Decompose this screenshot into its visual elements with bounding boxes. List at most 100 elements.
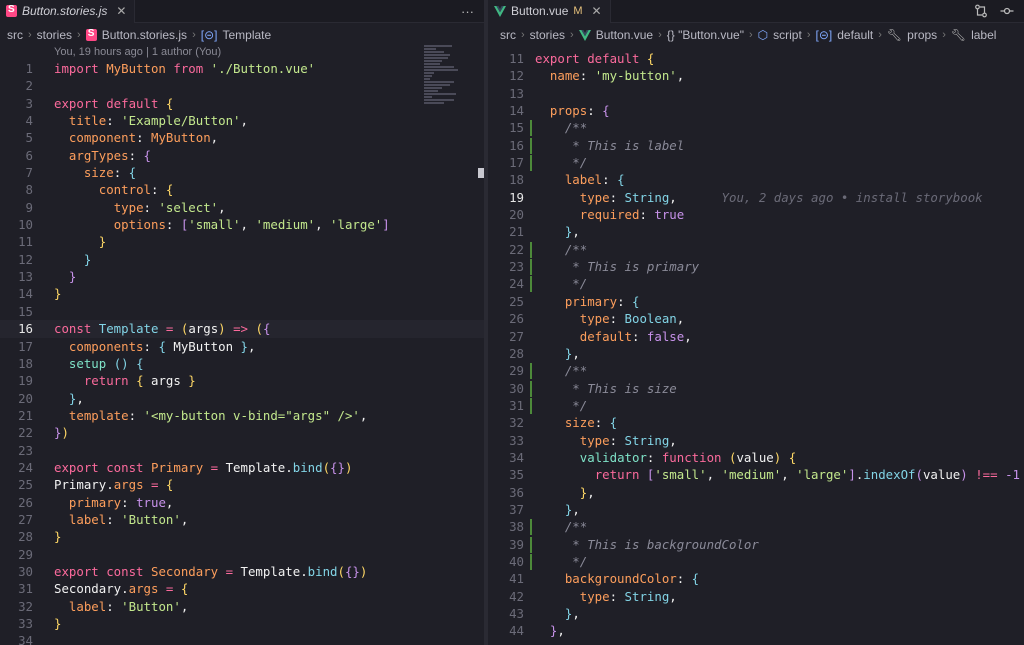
code-line[interactable]: 4 title: 'Example/Button',: [0, 112, 484, 129]
code-line[interactable]: 17 components: { MyButton },: [0, 338, 484, 355]
code-line[interactable]: 24 */: [488, 275, 1024, 293]
breadcrumb-stories[interactable]: stories: [37, 28, 72, 42]
code-line[interactable]: 16 * This is label: [488, 137, 1024, 154]
code-line[interactable]: 23: [0, 442, 484, 459]
tab-button-stories[interactable]: Button.stories.js ✕: [0, 0, 136, 23]
code-line[interactable]: 14 props: {: [488, 102, 1024, 119]
code-line[interactable]: 25 primary: {: [488, 293, 1024, 310]
code-line[interactable]: 27 default: false,: [488, 328, 1024, 345]
code-line[interactable]: 42 type: String,: [488, 588, 1024, 605]
code-line[interactable]: 5 component: MyButton,: [0, 129, 484, 146]
code-line[interactable]: 12 name: 'my-button',: [488, 67, 1024, 84]
code-line[interactable]: 36 },: [488, 484, 1024, 501]
code-line[interactable]: 24 export const Primary = Template.bind({…: [0, 459, 484, 476]
code-line[interactable]: 23 * This is primary: [488, 258, 1024, 276]
close-icon[interactable]: ✕: [592, 4, 602, 18]
code-line[interactable]: 38 /**: [488, 518, 1024, 536]
code-line[interactable]: 39 * This is backgroundColor: [488, 536, 1024, 553]
code-line[interactable]: 1 import MyButton from './Button.vue': [0, 60, 484, 77]
code-line[interactable]: 30 * This is size: [488, 380, 1024, 397]
breadcrumb-file[interactable]: Button.stories.js: [102, 28, 187, 42]
git-change-marker[interactable]: [530, 241, 532, 258]
code-line[interactable]: 11 }: [0, 233, 484, 250]
breadcrumb-symbol[interactable]: Template: [222, 28, 271, 42]
git-change-marker[interactable]: [530, 380, 532, 397]
code-line[interactable]: 7 size: {: [0, 164, 484, 181]
breadcrumb-src[interactable]: src: [500, 28, 516, 42]
code-line[interactable]: 16 const Template = (args) => ({: [0, 320, 484, 338]
code-line[interactable]: 21 },: [488, 223, 1024, 240]
code-line[interactable]: 31 */: [488, 397, 1024, 414]
code-line[interactable]: 14}: [0, 285, 484, 302]
code-line[interactable]: 34 validator: function (value) {: [488, 449, 1024, 466]
code-line[interactable]: 18 setup () {: [0, 355, 484, 372]
code-line[interactable]: 33}: [0, 615, 484, 632]
codelens-blame[interactable]: You, 19 hours ago | 1 author (You): [54, 46, 221, 58]
breadcrumb-stories[interactable]: stories: [530, 28, 565, 42]
breadcrumb-label[interactable]: label: [971, 28, 996, 42]
code-line[interactable]: 26 type: Boolean,: [488, 310, 1024, 327]
git-change-marker[interactable]: [530, 363, 532, 380]
code-line[interactable]: 34: [0, 632, 484, 645]
code-line[interactable]: 19 type: String, You, 2 days ago • insta…: [488, 189, 1024, 206]
breadcrumb-src[interactable]: src: [7, 28, 23, 42]
code-line[interactable]: 21 template: '<my-button v-bind="args" /…: [0, 407, 484, 424]
code-line[interactable]: 37 },: [488, 501, 1024, 518]
code-line[interactable]: 20 },: [0, 390, 484, 407]
code-line[interactable]: 15: [0, 303, 484, 320]
git-change-marker[interactable]: [530, 553, 532, 570]
code-editor-left[interactable]: 1 import MyButton from './Button.vue' 2 3 ex…: [0, 60, 484, 645]
code-line[interactable]: 15 /**: [488, 119, 1024, 137]
code-line[interactable]: 35 return ['small', 'medium', 'large'].i…: [488, 466, 1024, 483]
code-line[interactable]: 13: [488, 85, 1024, 102]
code-line[interactable]: 20 required: true: [488, 206, 1024, 223]
code-line[interactable]: 22 /**: [488, 241, 1024, 258]
code-line[interactable]: 27 label: 'Button',: [0, 511, 484, 528]
git-change-marker[interactable]: [530, 259, 532, 276]
code-line[interactable]: 28}: [0, 528, 484, 545]
compare-changes-icon[interactable]: [974, 4, 988, 18]
code-line[interactable]: 11 export default {: [488, 50, 1024, 67]
code-line[interactable]: 26 primary: true,: [0, 494, 484, 511]
code-line[interactable]: 28 },: [488, 345, 1024, 362]
breadcrumb-props[interactable]: props: [907, 28, 937, 42]
breadcrumb-file[interactable]: Button.vue: [596, 28, 653, 42]
code-line[interactable]: 25 Primary.args = {: [0, 476, 484, 493]
git-change-marker[interactable]: [530, 397, 532, 414]
breadcrumb-script[interactable]: script: [773, 28, 802, 42]
code-line[interactable]: 8 control: {: [0, 181, 484, 198]
code-line[interactable]: 29 /**: [488, 362, 1024, 380]
code-line[interactable]: 9 type: 'select',: [0, 199, 484, 216]
code-line[interactable]: 12 }: [0, 251, 484, 268]
code-line[interactable]: 3 export default {: [0, 95, 484, 112]
code-line[interactable]: 32 label: 'Button',: [0, 598, 484, 615]
code-line[interactable]: 44 },: [488, 622, 1024, 639]
code-line[interactable]: 41 backgroundColor: {: [488, 570, 1024, 587]
code-line[interactable]: 40 */: [488, 553, 1024, 570]
code-line[interactable]: 30 export const Secondary = Template.bind…: [0, 563, 484, 580]
code-line[interactable]: 29: [0, 546, 484, 563]
code-line[interactable]: 10 options: ['small', 'medium', 'large']: [0, 216, 484, 233]
code-line[interactable]: 18 label: {: [488, 171, 1024, 188]
breadcrumb-default[interactable]: default: [837, 28, 873, 42]
code-line[interactable]: 31 Secondary.args = {: [0, 580, 484, 597]
more-actions-icon[interactable]: ···: [461, 4, 474, 19]
code-line[interactable]: 22}): [0, 424, 484, 441]
breadcrumb-module[interactable]: {} "Button.vue": [667, 28, 744, 42]
git-change-marker[interactable]: [530, 155, 532, 172]
close-icon[interactable]: ✕: [116, 4, 126, 18]
code-line[interactable]: 17 */: [488, 154, 1024, 172]
code-line[interactable]: 43 },: [488, 605, 1024, 622]
git-change-marker[interactable]: [530, 120, 532, 137]
git-change-marker[interactable]: [530, 276, 532, 293]
code-line[interactable]: 33 type: String,: [488, 432, 1024, 449]
tab-button-vue[interactable]: Button.vue M ✕: [488, 0, 611, 23]
git-change-marker[interactable]: [530, 536, 532, 553]
code-line[interactable]: 2: [0, 77, 484, 94]
open-changes-icon[interactable]: [1000, 4, 1014, 18]
git-change-marker[interactable]: [530, 519, 532, 536]
code-line[interactable]: 32 size: {: [488, 414, 1024, 431]
git-change-marker[interactable]: [530, 137, 532, 154]
code-line[interactable]: 6 argTypes: {: [0, 147, 484, 164]
code-line[interactable]: 19 return { args }: [0, 372, 484, 389]
